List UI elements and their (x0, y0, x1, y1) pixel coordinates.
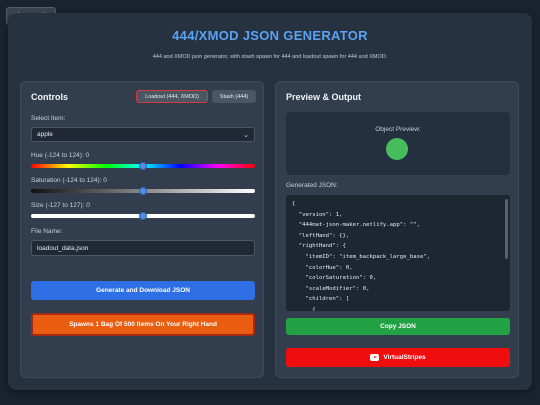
copy-json-button[interactable]: Copy JSON (286, 318, 510, 335)
object-preview-circle (386, 138, 408, 160)
tab-loadout[interactable]: Loadout (444, XMOD) (136, 90, 208, 103)
object-preview-label: Object Preview: (375, 126, 421, 133)
youtube-icon (370, 354, 380, 361)
size-slider[interactable] (31, 212, 255, 220)
tab-stash[interactable]: Stash (444) (212, 90, 256, 103)
generated-json-output[interactable]: { "version": 1, "444mat-json-maker.netli… (286, 195, 510, 311)
json-scrollbar[interactable] (505, 199, 508, 259)
hue-slider-handle[interactable] (139, 162, 147, 170)
hue-label: Hue (-124 to 124): 0 (31, 152, 90, 159)
controls-title: Controls (31, 92, 68, 102)
json-line: "colorSaturation": 0, (292, 275, 377, 282)
json-line: "leftHand": {}, (292, 232, 350, 239)
generate-download-button[interactable]: Generate and Download JSON (31, 281, 255, 300)
page-subtitle: 444 and XMOD json generator, with stash … (152, 54, 388, 60)
saturation-label: Saturation (-124 to 124): 0 (31, 177, 107, 184)
json-line: "children": [ (292, 296, 350, 303)
json-line: { (292, 306, 316, 311)
youtube-button-label: VirtualStripes (383, 354, 426, 361)
hue-slider[interactable] (31, 162, 255, 170)
chevron-down-icon: ⌄ (243, 132, 249, 139)
app-container: 444/XMOD JSON GENERATOR 444 and XMOD jso… (8, 13, 532, 390)
size-slider-handle[interactable] (139, 212, 147, 220)
json-line: "rightHand": { (292, 243, 346, 250)
object-preview-box: Object Preview: (286, 112, 510, 175)
json-line: "itemID": "item_backpack_large_base", (292, 253, 431, 260)
preview-title: Preview & Output (286, 92, 362, 102)
json-line: "colorHue": 0, (292, 264, 353, 271)
size-label: Size (-127 to 127): 0 (31, 202, 90, 209)
generated-json-label: Generated JSON: (286, 182, 338, 189)
item-select[interactable]: apple ⌄ (31, 127, 255, 142)
item-select-value: apple (37, 131, 53, 138)
file-name-input[interactable]: loadout_data.json (31, 240, 255, 256)
json-line: "version": 1, (292, 211, 343, 218)
saturation-slider-handle[interactable] (139, 187, 147, 195)
saturation-slider[interactable] (31, 187, 255, 195)
json-line: "444mat-json-maker.netlify.app": "", (292, 222, 420, 229)
youtube-channel-button[interactable]: VirtualStripes (286, 348, 510, 367)
preview-panel: Preview & Output Object Preview: Generat… (275, 81, 519, 378)
select-item-label: Select Item: (31, 115, 66, 122)
json-line: { (292, 201, 296, 207)
json-line: "scaleModifier": 0, (292, 285, 370, 292)
controls-panel: Controls Loadout (444, XMOD) Stash (444)… (20, 81, 264, 378)
page-title: 444/XMOD JSON GENERATOR (172, 28, 368, 43)
file-name-label: File Name: (31, 228, 63, 235)
spawn-bag-button[interactable]: Spawns 1 Bag Of 500 Items On Your Right … (31, 313, 255, 336)
